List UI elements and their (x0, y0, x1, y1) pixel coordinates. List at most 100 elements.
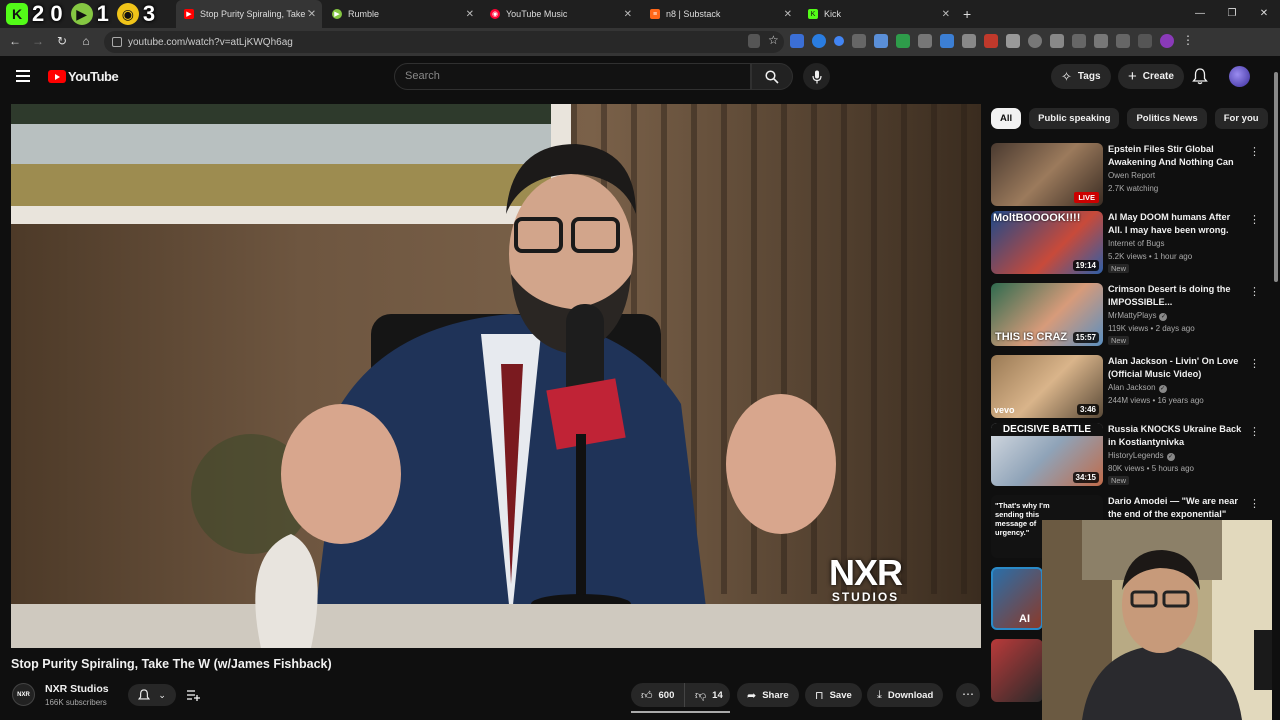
youtube-logo[interactable]: YouTube (48, 69, 119, 84)
install-icon[interactable] (748, 34, 760, 48)
history-icon[interactable] (1028, 34, 1042, 48)
kebab-menu-icon[interactable]: ⋮ (1249, 497, 1260, 510)
extension-icon[interactable] (984, 34, 998, 48)
recommendation-title[interactable]: AI May DOOM humans After All. I may have… (1108, 211, 1243, 237)
back-icon[interactable]: ← (7, 34, 23, 48)
extension-icon[interactable] (962, 34, 976, 48)
forward-icon[interactable]: → (30, 34, 46, 48)
recommendation-title[interactable]: Dario Amodei — "We are near the end of t… (1108, 495, 1243, 521)
add-to-queue-button[interactable] (182, 684, 204, 706)
video-thumbnail[interactable]: THIS IS CRAZ 15:57 (991, 283, 1103, 346)
chip-politics-news[interactable]: Politics News (1127, 108, 1207, 129)
media-icon[interactable] (1138, 34, 1152, 48)
more-actions-icon[interactable]: ⋯ (956, 683, 980, 707)
recommendation-item[interactable] (991, 639, 1043, 703)
account-avatar[interactable] (1229, 66, 1250, 87)
profile-icon[interactable] (1160, 34, 1174, 48)
video-thumbnail[interactable]: LIVE (991, 143, 1103, 206)
recommendation-channel[interactable]: Alan Jackson ✓ (1108, 383, 1167, 393)
share-button[interactable]: ➦ Share (737, 683, 799, 707)
puzzle-icon[interactable] (1006, 34, 1020, 48)
recommendation-channel[interactable]: HistoryLegends ✓ (1108, 451, 1175, 461)
tab-youtube-video[interactable]: ▶ Stop Purity Spiraling, Take The W ✕ (176, 0, 322, 28)
minimize-icon[interactable]: — (1184, 0, 1216, 28)
extension-icon[interactable] (1116, 34, 1130, 48)
sidebar-icon[interactable] (1094, 34, 1108, 48)
close-window-icon[interactable]: ✕ (1248, 0, 1280, 28)
new-tab-icon[interactable]: + (963, 6, 971, 22)
code-icon[interactable] (1072, 34, 1086, 48)
new-badge: New (1108, 336, 1130, 345)
close-tab-icon[interactable]: ✕ (466, 9, 474, 20)
extension-icon[interactable] (896, 34, 910, 48)
video-thumbnail[interactable]: DECISIVE BATTLE 34:15 (991, 423, 1103, 486)
bookmark-star-icon[interactable]: ☆ (768, 34, 782, 48)
kebab-menu-icon[interactable]: ⋮ (1249, 145, 1260, 158)
extension-icon[interactable] (874, 34, 888, 48)
recommendation-item[interactable]: MoltBOOOOK!!!! 19:14 AI May DOOM humans … (991, 211, 1266, 275)
voice-search-button[interactable] (803, 63, 830, 90)
extension-icon[interactable] (834, 36, 844, 46)
save-button[interactable]: ⊓ Save (805, 683, 862, 707)
tags-button[interactable]: ✧ Tags (1051, 64, 1111, 89)
channel-avatar[interactable]: NXR (12, 683, 35, 706)
dislike-button[interactable]: 👎︎ 14 (684, 683, 730, 707)
reload-icon[interactable]: ↻ (54, 34, 70, 48)
extension-icon[interactable] (790, 34, 804, 48)
close-tab-icon[interactable]: ✕ (784, 9, 792, 20)
close-tab-icon[interactable]: ✕ (308, 9, 316, 20)
like-button[interactable]: 👍︎ 600 (631, 683, 684, 707)
kebab-menu-icon[interactable]: ⋮ (1249, 425, 1260, 438)
recommendation-channel[interactable]: MrMattyPlays ✓ (1108, 311, 1168, 321)
tab-substack[interactable]: ≡ n8 | Substack ✕ (642, 0, 798, 28)
kebab-menu-icon[interactable]: ⋮ (1249, 285, 1260, 298)
home-icon[interactable]: ⌂ (78, 34, 94, 48)
maximize-icon[interactable]: ❐ (1216, 0, 1248, 28)
video-thumbnail[interactable]: MoltBOOOOK!!!! 19:14 (991, 211, 1103, 274)
recommendation-item[interactable]: vevo 3:46 Alan Jackson - Livin' On Love … (991, 355, 1266, 419)
extension-icon[interactable] (918, 34, 932, 48)
extension-icon[interactable] (940, 34, 954, 48)
chip-all[interactable]: All (991, 108, 1022, 129)
close-tab-icon[interactable]: ✕ (942, 9, 950, 20)
recommendation-item[interactable]: THIS IS CRAZ 15:57 Crimson Desert is doi… (991, 283, 1266, 347)
recommendation-channel[interactable]: Owen Report (1108, 171, 1155, 180)
download-button[interactable]: ⤓ Download (867, 683, 944, 707)
scrollbar-thumb[interactable] (1274, 72, 1278, 282)
create-button[interactable]: + Create (1118, 64, 1184, 89)
kebab-menu-icon[interactable]: ⋮ (1249, 357, 1260, 370)
channel-name[interactable]: NXR Studios (45, 683, 109, 695)
recommendation-title[interactable]: Alan Jackson - Livin' On Love (Official … (1108, 355, 1243, 381)
recommendation-title[interactable]: Russia KNOCKS Ukraine Back in Kostiantyn… (1108, 423, 1243, 449)
recommendation-item[interactable]: AI (991, 567, 1043, 631)
recommendation-item[interactable]: DECISIVE BATTLE 34:15 Russia KNOCKS Ukra… (991, 423, 1266, 487)
video-player[interactable]: NXR STUDIOS (11, 104, 981, 648)
close-tab-icon[interactable]: ✕ (624, 9, 632, 20)
menu-kebab-icon[interactable]: ⋮ (1182, 34, 1196, 48)
chip-for-you[interactable]: For you (1214, 108, 1268, 129)
subscription-notifications-button[interactable]: ⌄ (128, 684, 176, 706)
video-thumbnail[interactable] (991, 639, 1043, 702)
chip-public-speaking[interactable]: Public speaking (1029, 108, 1120, 129)
tab-rumble[interactable]: ▶ Rumble ✕ (324, 0, 480, 28)
recommendation-title[interactable]: Epstein Files Stir Global Awakening And … (1108, 143, 1243, 169)
extension-icon[interactable] (852, 34, 866, 48)
address-bar[interactable]: youtube.com/watch?v=atLjKWQh6ag (104, 31, 784, 53)
recommendation-channel[interactable]: Internet of Bugs (1108, 239, 1164, 248)
tab-kick[interactable]: K Kick ✕ (800, 0, 956, 28)
notifications-bell-icon[interactable] (1192, 68, 1208, 85)
extension-icon[interactable] (1050, 34, 1064, 48)
video-thumbnail[interactable]: vevo 3:46 (991, 355, 1103, 418)
kebab-menu-icon[interactable]: ⋮ (1249, 213, 1260, 226)
tab-youtube-music[interactable]: ◉ YouTube Music ✕ (482, 0, 638, 28)
page-scrollbar[interactable] (1272, 56, 1280, 720)
search-button[interactable] (751, 63, 793, 90)
youtube-wordmark: YouTube (68, 69, 119, 84)
video-thumbnail[interactable]: AI (991, 567, 1043, 630)
recommendation-item[interactable]: LIVE Epstein Files Stir Global Awakening… (991, 143, 1266, 207)
extension-icon[interactable] (812, 34, 826, 48)
site-info-icon[interactable] (112, 37, 122, 47)
search-input[interactable]: Search (394, 63, 751, 90)
hamburger-menu-icon[interactable] (16, 70, 30, 85)
recommendation-title[interactable]: Crimson Desert is doing the IMPOSSIBLE..… (1108, 283, 1243, 309)
